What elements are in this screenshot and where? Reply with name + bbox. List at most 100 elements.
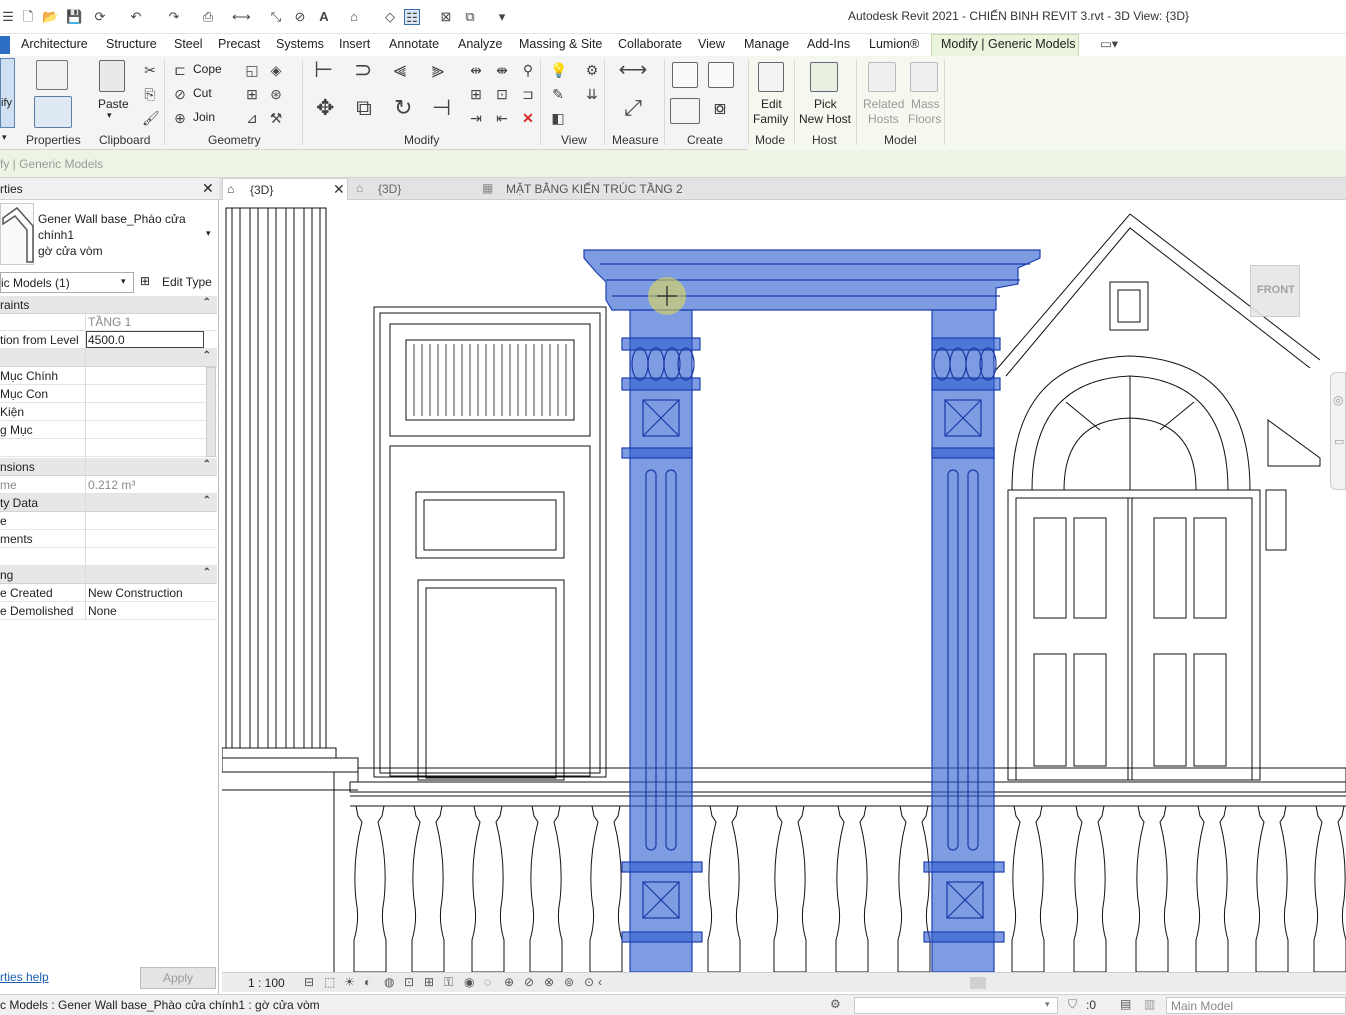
trim-multiple-icon[interactable]: ⇥ [468,110,484,126]
hammer-icon[interactable]: ⚒ [268,110,284,126]
open-file-icon[interactable]: 📂 [42,9,58,25]
create-assembly-icon[interactable] [672,62,698,88]
offset-icon[interactable]: ⊃ [354,59,372,81]
undo-icon[interactable]: ↶ [128,9,144,25]
dimension-icon[interactable]: ⤡ [268,9,284,25]
view-tab-floor-plan[interactable]: ▦ MẶT BẰNG KIẾN TRÚC TẦNG 2 [478,178,708,200]
zoom-icon[interactable]: ▭ [1334,435,1344,448]
edit-family-label-2[interactable]: Family [753,112,788,126]
edit-family-icon[interactable] [758,62,784,92]
file-tab[interactable] [0,36,10,54]
view-tab-3d[interactable]: ⌂ {3D} [352,178,474,200]
visual-style-icon[interactable]: ⬚ [324,975,335,989]
section-box-icon[interactable]: ◧ [550,110,566,126]
elevation-input[interactable]: 4500.0 [86,331,204,348]
section-unnamed[interactable]: ⌃ [0,349,217,367]
join-button-label[interactable]: Join [193,110,215,124]
tab-precast[interactable]: Precast [218,37,260,51]
align-icon[interactable]: ⊢ [314,59,333,81]
model-graphics-icon[interactable]: ⊙ [584,975,594,989]
type-properties-icon[interactable] [36,60,68,90]
section-phasing[interactable]: ng ⌃ [0,566,217,584]
property-row-mark[interactable] [0,548,217,566]
tab-annotate[interactable]: Annotate [389,37,439,51]
aligned-dimension-icon[interactable]: ⤢ [618,97,648,119]
design-options-icon[interactable]: ▤ [1120,997,1131,1011]
navigation-bar[interactable]: ◎ ▭ [1330,372,1346,490]
trim-icon[interactable]: ⊣ [432,97,451,119]
edit-family-label-1[interactable]: Edit [761,97,782,111]
paste-dropdown-icon[interactable]: ▾ [107,110,112,121]
worksharing-icon[interactable]: ⊜ [564,975,574,989]
drawing-area[interactable]: FRONT ◎ ▭ [222,200,1346,972]
constraints-icon[interactable]: ⊗ [544,975,554,989]
pick-new-host-icon[interactable] [810,62,838,92]
scale-icon[interactable]: ⊡ [494,86,510,102]
section-identity-data[interactable]: ty Data ⌃ [0,494,217,512]
print-icon[interactable]: ⎙ [200,9,216,25]
wall-joins-icon[interactable]: ⊞ [244,86,260,102]
properties-toggle-icon[interactable] [34,96,72,128]
paint-icon[interactable]: ◈ [268,62,284,78]
temp-hide-icon[interactable]: ◉ [464,975,474,989]
filter-icon[interactable]: ⛉ [1068,997,1077,1012]
array-icon[interactable]: ⊞ [468,86,484,102]
pick-new-host-label-2[interactable]: New Host [799,112,851,126]
join-icon[interactable]: ⊕ [172,110,188,126]
demolish-icon[interactable]: ⊛ [268,86,284,102]
rendering-icon[interactable]: ◍ [384,975,394,989]
cut-geometry-icon[interactable]: ⊘ [172,86,188,102]
tab-view[interactable]: View [698,37,725,51]
split-face-icon[interactable]: ◱ [244,62,260,78]
property-row-phase-demolished[interactable]: e Demolished None [0,602,217,620]
tab-manage[interactable]: Manage [744,37,789,51]
tab-architecture[interactable]: Architecture [21,37,88,51]
close-icon[interactable]: ✕ [202,180,214,197]
adjust-icon[interactable]: ⊿ [244,110,260,126]
thin-lines-icon[interactable]: ☷ [404,9,420,25]
property-row-elevation[interactable]: tion from Level 4500.0 [0,331,217,349]
property-row-comments[interactable]: ments [0,530,217,548]
modify-button[interactable]: ify [0,58,15,128]
tab-steel[interactable]: Steel [174,37,203,51]
reveal-hidden-icon[interactable]: ◌ [484,975,491,989]
steering-wheel-icon[interactable]: ◎ [1333,393,1343,407]
editable-only-icon[interactable]: ⚙ [830,997,841,1011]
tab-collaborate[interactable]: Collaborate [618,37,682,51]
section-icon[interactable]: ◇ [382,9,398,25]
select-box-icon[interactable]: ⇊ [584,86,600,102]
apply-button[interactable]: Apply [140,967,216,989]
highlight-displacement-icon[interactable]: ⊘ [524,975,534,989]
instance-filter-dropdown[interactable]: ic Models (1) ▾ [0,272,134,293]
tab-lumion[interactable]: Lumion® [869,37,919,51]
type-selector-dropdown-icon[interactable]: ▾ [206,228,211,239]
override-graphics-icon[interactable]: ⚙ [584,62,600,78]
mirror-draw-icon[interactable]: ⫸ [430,59,446,81]
design-option-dropdown[interactable]: Main Model [1166,997,1346,1014]
properties-help-link[interactable]: rties help [0,970,49,984]
save-icon[interactable]: 💾 [66,9,82,25]
properties-scrollbar[interactable] [206,367,216,457]
sun-path-icon[interactable]: ☀ [344,975,355,989]
text-icon[interactable]: A [316,9,332,25]
redo-icon[interactable]: ↷ [166,9,182,25]
property-row-kien[interactable]: Kiện [0,403,217,421]
app-menu-icon[interactable]: ☰ [0,9,16,25]
crop-view-icon[interactable]: ⊡ [404,975,414,989]
tag-icon[interactable]: ⊘ [292,9,308,25]
paste-button-label[interactable]: Paste [98,97,129,111]
show-crop-icon[interactable]: ⊞ [424,975,434,989]
rotate-icon[interactable]: ↻ [394,97,412,119]
switch-windows-icon[interactable]: ⧉ [462,9,478,25]
horizontal-scrollbar-thumb[interactable] [970,977,986,989]
delete-icon[interactable]: ✕ [520,110,536,126]
measure-icon[interactable]: ⟷ [232,9,251,25]
property-row-phase-created[interactable]: e Created New Construction [0,584,217,602]
paste-icon[interactable] [99,60,125,92]
lock-view-icon[interactable]: ⚿ [444,975,453,990]
cope-button-label[interactable]: Cope [193,62,222,76]
property-row-muc-chinh[interactable]: Mục Chính [0,367,217,385]
property-row-g-muc[interactable]: g Mục [0,421,217,439]
tab-insert[interactable]: Insert [339,37,370,51]
edit-type-button[interactable]: ⊞ Edit Type [138,272,216,293]
